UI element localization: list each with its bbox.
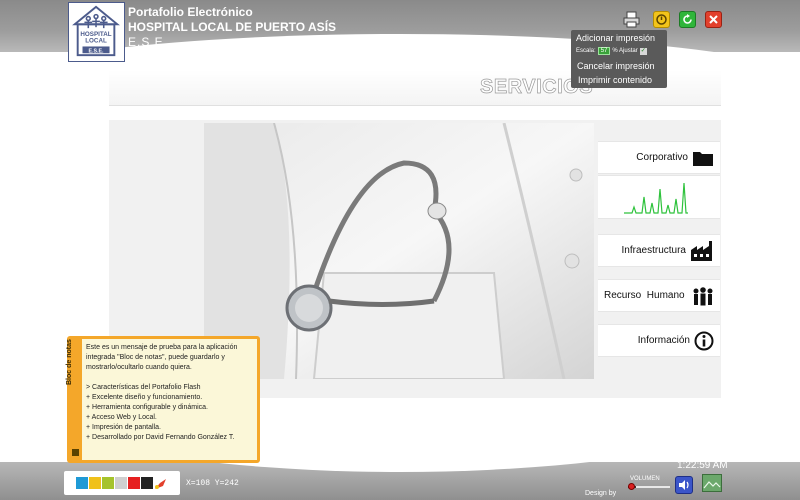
color-swatch-yellow[interactable] <box>89 477 101 489</box>
scale-input[interactable]: 57 <box>597 47 611 55</box>
menu-item-label: Recurso Humano <box>604 290 685 301</box>
close-icon <box>709 15 718 24</box>
notepad-panel[interactable]: Este es un mensaje de prueba para la apl… <box>67 336 260 463</box>
print-menu: Adicionar impresión Escala: 57 % Ajustar… <box>571 30 667 88</box>
notepad-line: mostrarlo/ocultarlo cuando quiera. <box>86 364 192 371</box>
app-window: HOSPITAL LOCAL E.S.E. Portafolio Electró… <box>0 0 800 500</box>
info-icon <box>694 331 714 350</box>
landscape-icon <box>703 481 721 489</box>
printer-icon <box>623 11 640 28</box>
scale-label: Escala: <box>576 48 596 54</box>
volume-slider-handle[interactable] <box>628 483 635 490</box>
svg-text:E.S.E.: E.S.E. <box>89 48 105 54</box>
add-print-option[interactable]: Adicionar impresión <box>576 33 655 43</box>
menu-item-recurso-humano[interactable]: Recurso Humano <box>598 279 720 312</box>
color-swatch-black[interactable] <box>141 477 153 489</box>
refresh-button[interactable] <box>679 11 696 28</box>
factory-icon <box>691 240 712 261</box>
close-button[interactable] <box>705 11 722 28</box>
menu-item-infraestructura[interactable]: Infraestructura <box>598 234 720 267</box>
notepad-toggle-icon[interactable] <box>72 449 79 456</box>
color-swatch-blue[interactable] <box>76 477 88 489</box>
print-content-option[interactable]: Imprimir contenido <box>578 75 652 85</box>
sound-button[interactable] <box>675 476 693 494</box>
notepad-text[interactable]: Este es un mensaje de prueba para la apl… <box>86 343 258 443</box>
help-button[interactable] <box>653 11 670 28</box>
menu-item-informacion[interactable]: Información <box>598 324 720 357</box>
app-title: Portafolio Electrónico <box>128 5 253 19</box>
notepad-line: + Acceso Web y Local. <box>86 414 157 421</box>
menu-item-label: Información <box>637 335 690 346</box>
print-scale-row: Escala: 57 % Ajustar ✓ <box>576 47 647 55</box>
hospital-suffix: E.S.E. <box>128 35 169 49</box>
clock: 1:22:59 AM <box>677 460 728 471</box>
design-credit: Design by <box>585 490 617 497</box>
volume-label: VOLUMEN <box>630 476 660 482</box>
menu-item-label: Infraestructura <box>621 245 686 256</box>
notepad-line: + Desarrollado por David Fernando Gonzál… <box>86 434 235 441</box>
folder-icon <box>693 151 713 166</box>
notepad-line: + Impresión de pantalla. <box>86 424 161 431</box>
heartbeat-chart-icon <box>624 182 688 214</box>
notepad-line: > Características del Portafolio Flash <box>86 384 201 391</box>
color-swatch-red[interactable] <box>128 477 140 489</box>
notepad-line: Este es un mensaje de prueba para la apl… <box>86 344 238 351</box>
hospital-name: HOSPITAL LOCAL DE PUERTO ASÍS <box>128 20 337 34</box>
refresh-icon <box>683 14 692 24</box>
notepad-line <box>86 373 258 383</box>
notepad-tab-label: Bloc de notas <box>66 339 73 385</box>
notepad-line: + Excelente diseño y funcionamiento. <box>86 394 203 401</box>
palette-brush-icon[interactable] <box>154 477 166 489</box>
speaker-icon <box>679 480 689 490</box>
fit-checkbox[interactable]: ✓ <box>639 47 647 55</box>
print-button[interactable] <box>623 11 640 28</box>
thumbnail-button[interactable] <box>702 474 722 492</box>
svg-text:LOCAL: LOCAL <box>85 38 107 45</box>
color-swatch-green[interactable] <box>102 477 114 489</box>
people-icon <box>693 286 713 305</box>
scale-fit-label: % Ajustar <box>612 48 638 54</box>
help-icon <box>656 14 667 25</box>
menu-item-label: Corporativo <box>636 152 688 163</box>
notepad-line: + Herramienta configurable y dinámica. <box>86 404 208 411</box>
menu-item-chart[interactable] <box>598 175 720 219</box>
cancel-print-option[interactable]: Cancelar impresión <box>577 61 655 71</box>
services-menu: Corporativo Infraestructura Recurso Huma… <box>598 125 720 395</box>
services-photo <box>204 123 594 379</box>
color-swatch-gray[interactable] <box>115 477 127 489</box>
notepad-line: integrada "Bloc de notas", puede guardar… <box>86 354 225 361</box>
hospital-logo: HOSPITAL LOCAL E.S.E. <box>68 2 125 62</box>
menu-item-corporativo[interactable]: Corporativo <box>598 141 720 174</box>
cursor-coordinates: X=108 Y=242 <box>186 479 239 488</box>
section-strip <box>109 106 721 120</box>
